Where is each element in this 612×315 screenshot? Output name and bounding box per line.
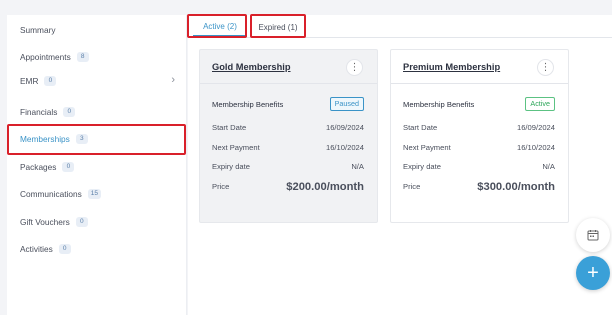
memberships-highlight-box xyxy=(7,124,186,155)
more-vertical-icon[interactable]: ⋮ xyxy=(346,59,363,76)
start-date-label: Start Date xyxy=(212,123,247,132)
expiry-date-label: Expiry date xyxy=(212,162,250,171)
start-date-value: 16/09/2024 xyxy=(325,123,364,132)
status-badge: Paused xyxy=(329,97,364,111)
count-badge: 0 xyxy=(75,217,88,227)
next-payment-value: 16/10/2024 xyxy=(325,143,364,152)
start-date-value: 16/09/2024 xyxy=(516,123,555,132)
price-value: $200.00/month xyxy=(286,181,364,193)
count-badge: 15 xyxy=(87,189,102,199)
expiry-date-value: N/A xyxy=(351,162,364,171)
sidebar-item-summary[interactable]: Summary xyxy=(7,19,187,41)
card-divider xyxy=(200,83,377,84)
status-badge: Active xyxy=(525,97,555,111)
count-badge: 0 xyxy=(58,244,71,254)
sidebar-item-label: EMR xyxy=(20,76,39,86)
sidebar-item-label: Summary xyxy=(20,25,56,35)
more-vertical-icon[interactable]: ⋮ xyxy=(537,59,554,76)
count-badge: 0 xyxy=(63,107,76,117)
sidebar-item-communications[interactable]: Communications 15 xyxy=(7,183,187,205)
sidebar-item-packages[interactable]: Packages 0 xyxy=(7,156,187,178)
count-badge: 0 xyxy=(62,162,75,172)
membership-card-premium: Premium Membership ⋮ Membership Benefits… xyxy=(390,49,569,223)
top-bar xyxy=(0,0,612,15)
active-tab-highlight-box xyxy=(187,14,247,38)
plus-icon: + xyxy=(587,262,599,284)
count-badge: 8 xyxy=(76,52,89,62)
price-label: Price xyxy=(212,182,230,191)
card-title[interactable]: Gold Membership xyxy=(212,62,291,72)
add-button[interactable]: + xyxy=(576,256,610,290)
card-title[interactable]: Premium Membership xyxy=(403,62,500,72)
sidebar-item-label: Financials xyxy=(20,107,58,117)
membership-card-gold: Gold Membership ⋮ Membership Benefits Pa… xyxy=(199,49,378,223)
price-value: $300.00/month xyxy=(477,181,555,193)
count-badge: 0 xyxy=(44,76,57,86)
next-payment-label: Next Payment xyxy=(212,143,260,152)
chevron-right-icon[interactable]: › xyxy=(171,74,175,86)
sidebar-item-appointments[interactable]: Appointments 8 xyxy=(7,46,187,68)
sidebar-item-label: Activities xyxy=(20,244,53,254)
calendar-icon xyxy=(587,230,599,241)
benefits-label: Membership Benefits xyxy=(212,100,284,109)
sidebar-item-financials[interactable]: Financials 0 xyxy=(7,101,187,123)
start-date-label: Start Date xyxy=(403,123,438,132)
main-content: Active (2) Expired (1) Gold Membership ⋮… xyxy=(188,15,612,315)
sidebar-item-activities[interactable]: Activities 0 xyxy=(7,238,187,260)
expired-tab-highlight-box xyxy=(250,14,306,38)
sidebar-nav: Summary Appointments 8 EMR 0 › Financial… xyxy=(7,15,187,315)
calendar-button[interactable] xyxy=(576,218,610,252)
sidebar-item-label: Communications xyxy=(20,189,82,199)
next-payment-value: 16/10/2024 xyxy=(516,143,555,152)
card-divider xyxy=(391,83,568,84)
sidebar-item-label: Packages xyxy=(20,162,57,172)
next-payment-label: Next Payment xyxy=(403,143,451,152)
sidebar-item-emr[interactable]: EMR 0 › xyxy=(7,70,187,92)
price-label: Price xyxy=(403,182,421,191)
sidebar-item-gift-vouchers[interactable]: Gift Vouchers 0 xyxy=(7,211,187,233)
expiry-date-value: N/A xyxy=(542,162,555,171)
benefits-label: Membership Benefits xyxy=(403,100,475,109)
sidebar-item-label: Gift Vouchers xyxy=(20,217,70,227)
sidebar-item-label: Appointments xyxy=(20,52,71,62)
expiry-date-label: Expiry date xyxy=(403,162,441,171)
